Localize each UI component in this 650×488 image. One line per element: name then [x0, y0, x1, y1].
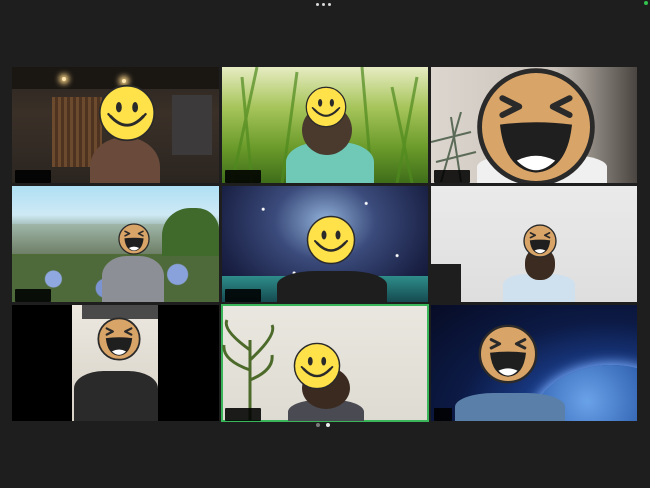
laughing-face-icon	[118, 223, 150, 255]
video-tile-6[interactable]	[431, 186, 637, 302]
participant-name	[225, 408, 261, 421]
more-options-icon[interactable]	[316, 3, 331, 6]
page-dot-1[interactable]	[316, 423, 320, 427]
laughing-face-icon	[476, 67, 596, 183]
participant-name	[434, 170, 470, 183]
video-tile-3[interactable]	[431, 67, 637, 183]
laughing-face-icon	[523, 224, 557, 258]
participant-name	[434, 408, 452, 421]
video-tile-5[interactable]	[222, 186, 428, 302]
smiley-face-icon	[306, 215, 356, 265]
participant-name	[225, 170, 261, 183]
participant-name	[15, 289, 51, 302]
laughing-face-icon	[97, 317, 141, 361]
participant-name	[15, 408, 51, 421]
video-tile-4[interactable]	[12, 186, 219, 302]
laughing-face-icon	[478, 324, 538, 384]
video-tile-8-active-speaker[interactable]	[221, 304, 429, 422]
participant-name	[15, 170, 51, 183]
video-tile-2[interactable]	[222, 67, 428, 183]
participant-name	[225, 289, 261, 302]
video-tile-9[interactable]	[431, 305, 637, 421]
smiley-face-icon	[98, 84, 156, 142]
page-indicator[interactable]	[316, 423, 330, 427]
video-tile-1[interactable]	[12, 67, 219, 183]
smiley-face-icon	[305, 86, 347, 128]
connection-status-icon	[644, 1, 648, 5]
video-tile-7[interactable]	[12, 305, 219, 421]
page-dot-2[interactable]	[326, 423, 330, 427]
smiley-face-icon	[293, 342, 341, 390]
